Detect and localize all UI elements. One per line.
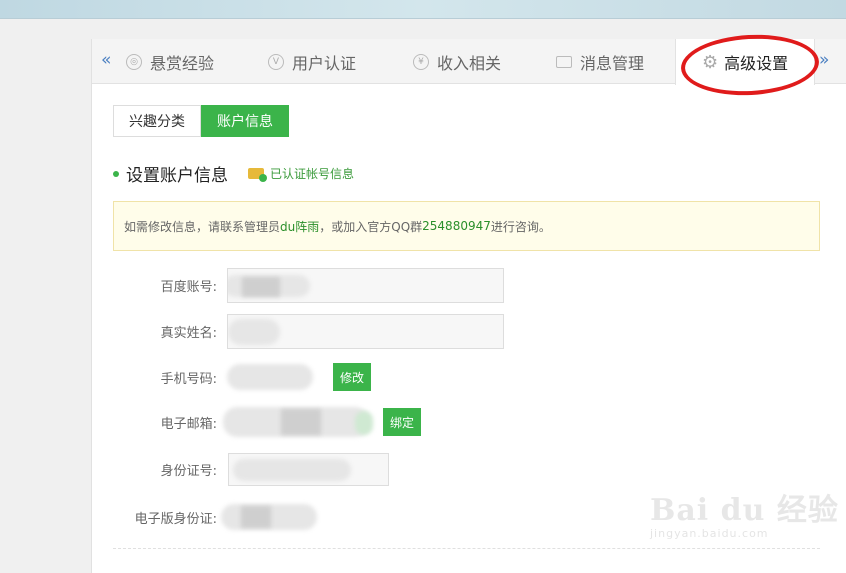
verified-label: 已认证帐号信息: [270, 167, 355, 181]
tab-user-verification[interactable]: V 用户认证: [268, 39, 356, 84]
section-title: 设置账户信息: [126, 166, 228, 186]
phone-value: [227, 362, 324, 392]
bind-email-button[interactable]: 绑定: [383, 408, 422, 436]
verified-account-link[interactable]: 已认证帐号信息: [248, 165, 354, 182]
baidu-account-field: [227, 268, 504, 303]
tab-advanced-settings[interactable]: ⚙ 高级设置: [675, 39, 815, 85]
id-number-field: [228, 453, 389, 486]
row-e-id: 电子版身份证:: [92, 502, 321, 532]
envelope-icon: [556, 55, 572, 68]
email-value: [223, 407, 373, 437]
qq-group-number: 254880947: [422, 219, 491, 233]
sub-tabs: 兴趣分类 账户信息: [113, 105, 289, 137]
email-label: 电子邮箱:: [160, 416, 217, 432]
notice-suffix: 进行咨询。: [490, 219, 551, 234]
phone-label: 手机号码:: [160, 371, 217, 387]
tab-label: 消息管理: [580, 53, 645, 73]
scroll-left-icon[interactable]: «: [101, 50, 111, 70]
bullet-dot: [113, 170, 119, 177]
gear-icon: ⚙: [702, 51, 719, 73]
row-real-name: 真实姓名:: [92, 314, 504, 349]
tab-label: 收入相关: [437, 53, 502, 73]
tab-label: 用户认证: [292, 53, 357, 73]
scroll-right-icon[interactable]: »: [819, 50, 829, 70]
real-name-field: [227, 314, 504, 349]
real-name-label: 真实姓名:: [160, 326, 217, 341]
coin-icon: ◎: [126, 53, 142, 70]
divider: [113, 548, 820, 549]
row-baidu-account: 百度账号:: [92, 268, 504, 303]
tab-label: 高级设置: [724, 54, 789, 73]
admin-name[interactable]: du阵雨: [280, 218, 319, 235]
e-id-value: [221, 502, 321, 532]
notice-box: 如需修改信息，请联系管理员 du阵雨 ，或加入官方QQ群 254880947 进…: [113, 201, 820, 251]
baidu-account-label: 百度账号:: [160, 280, 217, 295]
modify-phone-button[interactable]: 修改: [333, 363, 372, 391]
row-email: 电子邮箱: 绑定: [92, 407, 422, 437]
settings-panel: « ◎ 悬赏经验 V 用户认证 ¥ 收入相关 消息管理 ⚙ 高级设置 » 兴趣分…: [91, 39, 846, 573]
row-phone: 手机号码: 修改: [92, 362, 372, 392]
id-number-label: 身份证号:: [160, 464, 217, 479]
verified-v-icon: V: [268, 53, 284, 70]
row-id-number: 身份证号:: [92, 453, 389, 486]
e-id-label: 电子版身份证:: [134, 511, 217, 527]
tab-income[interactable]: ¥ 收入相关: [413, 39, 501, 84]
subtab-account-info[interactable]: 账户信息: [201, 105, 289, 137]
id-card-icon: [248, 168, 267, 182]
notice-middle: ，或加入官方QQ群: [319, 219, 423, 234]
tab-label: 悬赏经验: [150, 53, 215, 73]
subtab-interest-category[interactable]: 兴趣分类: [113, 105, 201, 137]
notice-prefix: 如需修改信息，请联系管理员: [124, 219, 281, 234]
tab-bounty-experience[interactable]: ◎ 悬赏经验: [126, 39, 214, 84]
tab-bar: « ◎ 悬赏经验 V 用户认证 ¥ 收入相关 消息管理 ⚙ 高级设置 »: [92, 39, 846, 85]
tab-messages[interactable]: 消息管理: [556, 39, 644, 84]
top-banner: [0, 0, 846, 19]
section-header: 设置账户信息 已认证帐号信息: [113, 161, 354, 186]
yen-icon: ¥: [413, 53, 429, 70]
